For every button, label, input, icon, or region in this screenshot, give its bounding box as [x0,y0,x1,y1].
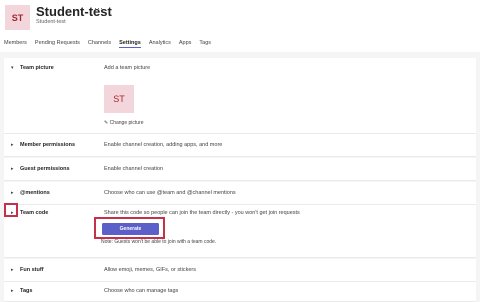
setting-team-picture: ▾ Team picture Add a team picture ST ✎ C… [4,58,476,134]
setting-description: Add a team picture [104,65,151,71]
tab-pending-requests[interactable]: Pending Requests [35,40,80,48]
setting-description: Enable channel creation, adding apps, an… [104,142,223,148]
setting-tags[interactable]: ▸ Tags Choose who can manage tags [4,282,476,302]
chevron-icon[interactable]: ▸ [11,166,14,172]
setting-mentions[interactable]: ▸ @mentions Choose who can use @team and… [4,182,476,205]
setting-label: Tags [20,288,33,294]
setting-description: Allow emoji, memes, GIFs, or stickers [104,267,196,273]
highlight-generate [94,217,165,239]
tab-bar: Members Pending Requests Channels Settin… [4,40,211,48]
setting-description: Enable channel creation [104,166,164,172]
chevron-icon[interactable]: ▸ [11,142,14,148]
chevron-icon[interactable]: ▸ [11,190,14,196]
setting-description: Share this code so people can join the t… [104,210,300,216]
setting-team-code: ▸ Team code Share this code so people ca… [4,205,476,258]
setting-label: Team code [20,210,49,216]
settings-content: ▾ Team picture Add a team picture ST ✎ C… [0,52,480,302]
more-options-icon[interactable]: ··· [94,3,103,13]
chevron-icon[interactable]: ▸ [11,267,14,273]
chevron-icon[interactable]: ▾ [11,65,14,71]
tab-members[interactable]: Members [4,40,27,48]
setting-description: Choose who can manage tags [104,288,179,294]
tab-tags[interactable]: Tags [199,40,211,48]
pencil-icon: ✎ [104,120,109,126]
team-picture-avatar: ST [104,85,134,113]
change-picture-link[interactable]: ✎ Change picture [104,120,144,126]
chevron-icon[interactable]: ▸ [11,288,14,294]
tab-channels[interactable]: Channels [88,40,111,48]
change-picture-label: Change picture [109,120,144,126]
setting-label: Fun stuff [20,267,44,273]
highlight-chevron [4,203,18,217]
setting-fun-stuff[interactable]: ▸ Fun stuff Allow emoji, memes, GIFs, or… [4,259,476,282]
team-code-note: Note: Guests won't be able to join with … [101,239,217,245]
team-header: ST Student-test ··· Student-test Members… [0,0,480,52]
setting-guest-permissions[interactable]: ▸ Guest permissions Enable channel creat… [4,158,476,181]
setting-description: Choose who can use @team and @channel me… [104,190,236,196]
tab-analytics[interactable]: Analytics [149,40,171,48]
setting-label: Guest permissions [20,166,70,172]
setting-label: Member permissions [20,142,76,148]
team-subtitle: Student-test [36,19,66,25]
setting-label: Team picture [20,65,54,71]
tab-apps[interactable]: Apps [179,40,192,48]
setting-label: @mentions [20,190,50,196]
team-avatar: ST [5,5,30,30]
setting-member-permissions[interactable]: ▸ Member permissions Enable channel crea… [4,134,476,157]
tab-settings[interactable]: Settings [119,40,141,48]
